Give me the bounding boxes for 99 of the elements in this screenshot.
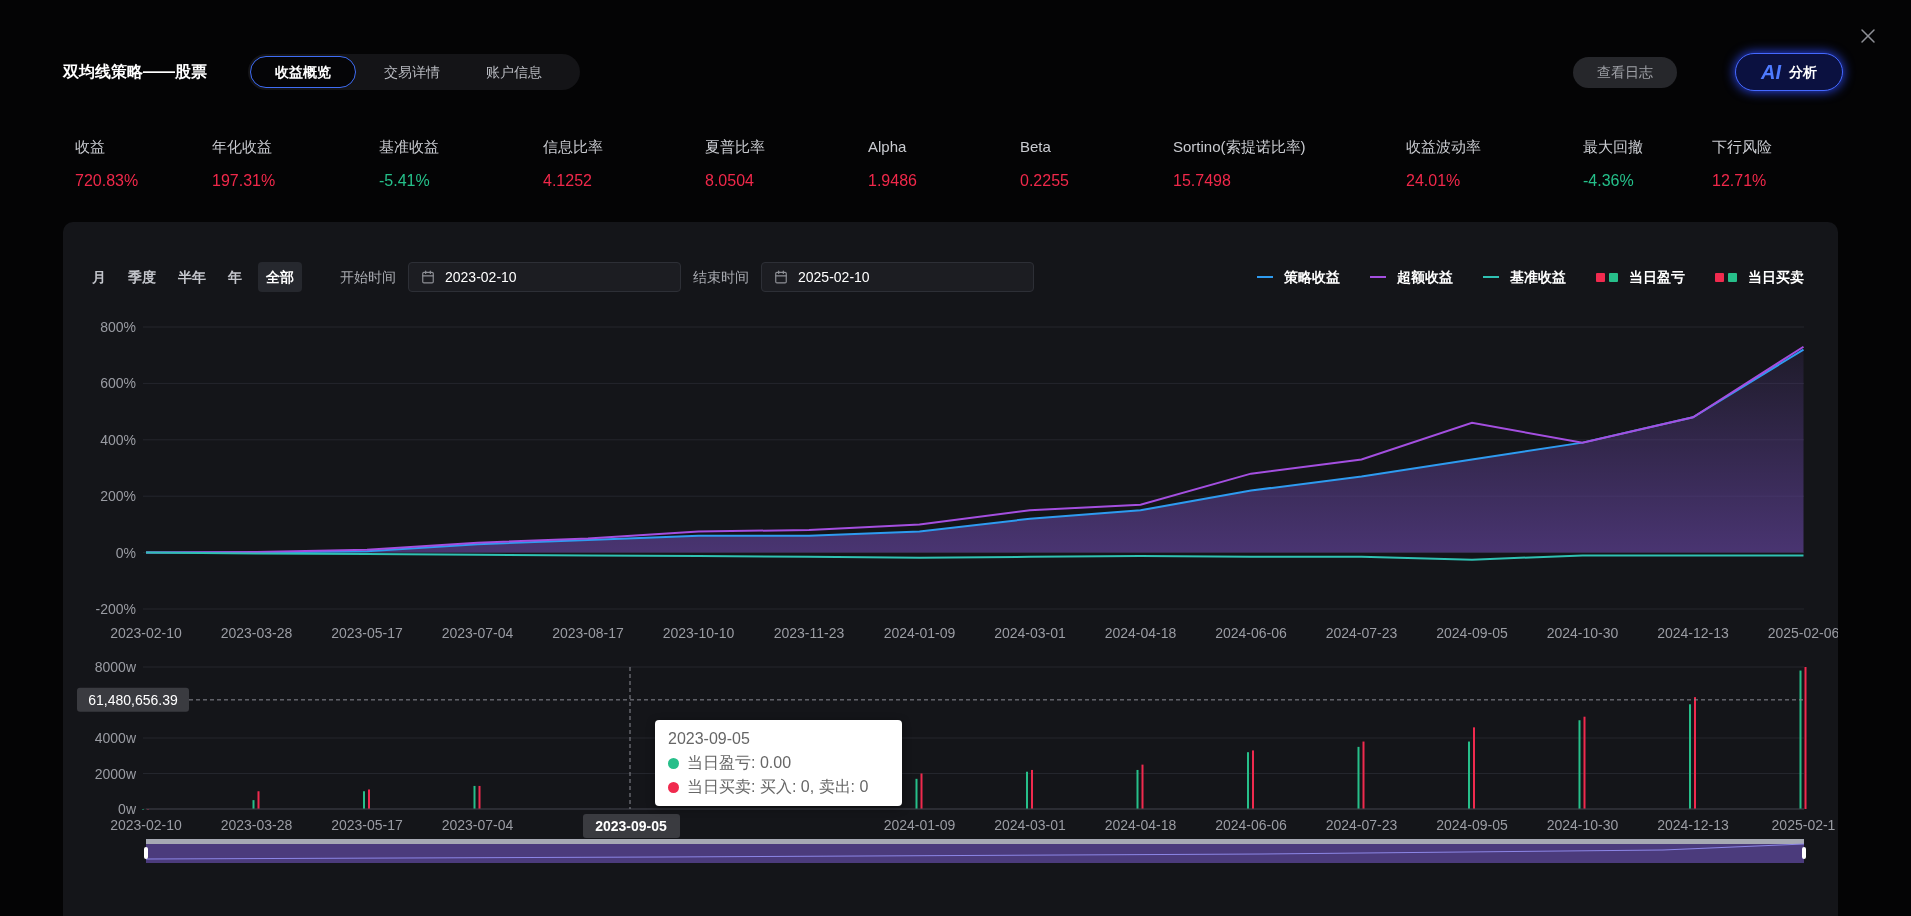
metric-value: 197.31% [212, 170, 277, 191]
metric-label: 夏普比率 [705, 137, 766, 157]
tab[interactable]: 账户信息 [468, 56, 560, 88]
metric-value: 15.7498 [1173, 170, 1232, 191]
x-axis-label: 2024-03-01 [994, 625, 1066, 641]
x-axis-label: 2024-12-13 [1657, 625, 1729, 641]
x-axis-label: 2024-01-09 [883, 625, 956, 641]
date-field[interactable]: 2025-02-10 [761, 262, 1034, 292]
metric-label: Sortino(索提诺比率) [1173, 137, 1307, 157]
x-axis-label: 2024-01-09 [883, 817, 956, 833]
x-axis-label: 2023-02-10 [110, 625, 182, 641]
period-tab[interactable]: 季度 [122, 262, 162, 292]
x-axis-label: 2023-02-10 [110, 817, 182, 833]
metric-value: -4.36% [1583, 170, 1635, 191]
tooltip-text: 当日买卖: 买入: 0, 卖出: 0 [687, 777, 869, 797]
range-slider[interactable] [144, 839, 1806, 863]
metric-value: 0.2255 [1020, 170, 1070, 191]
metric-label: Beta [1020, 137, 1052, 157]
metric-label: 最大回撤 [1583, 137, 1644, 157]
x-axis-label: 2025-02-1 [1771, 817, 1836, 833]
x-axis-label: 2023-03-28 [220, 817, 293, 833]
metric-value: -5.41% [379, 170, 431, 191]
legend-label: 超额收益 [1397, 267, 1453, 287]
x-axis-label: 2024-09-05 [1436, 625, 1508, 641]
metric-value: 12.71% [1712, 170, 1768, 191]
x-axis-label: 2024-07-23 [1325, 817, 1398, 833]
y-axis-label: 800% [100, 319, 136, 335]
axis-pointer-label: 61,480,656.39 [77, 687, 189, 712]
bar [1141, 764, 1144, 809]
metric-label: 信息比率 [543, 137, 604, 157]
date-label: 开始时间 [340, 267, 396, 287]
metric-label: Alpha [868, 137, 908, 157]
bar [1357, 746, 1360, 809]
tooltip-text: 当日盈亏: 0.00 [687, 753, 792, 773]
metric-label: 年化收益 [212, 137, 273, 157]
x-axis-label: 2024-04-18 [1104, 817, 1177, 833]
metric-label: 收益波动率 [1406, 137, 1482, 157]
legend-label: 策略收益 [1284, 267, 1340, 287]
bar [920, 773, 923, 809]
y-axis-label: 200% [100, 488, 136, 505]
x-axis-label: 2023-07-04 [441, 625, 514, 641]
y-axis-label: 600% [100, 375, 136, 392]
y-axis-label: 400% [100, 431, 136, 448]
x-axis-label: 2024-10-30 [1546, 625, 1619, 641]
date-field[interactable]: 2023-02-10 [408, 262, 681, 292]
period-tab[interactable]: 半年 [172, 262, 212, 292]
y-axis-label: 0% [115, 544, 136, 561]
period-tab[interactable]: 全部 [258, 262, 302, 292]
x-axis-label: 2023-03-28 [220, 625, 293, 641]
date-label: 结束时间 [693, 267, 749, 287]
x-axis-label: 2025-02-06 [1767, 625, 1838, 641]
metric-value: 4.1252 [543, 170, 593, 191]
window-title: 双均线策略——股票 [63, 62, 208, 82]
x-axis-label: 2024-06-06 [1215, 625, 1287, 641]
x-axis-label: 2023-10-10 [662, 625, 735, 641]
metric-value: 720.83% [75, 170, 140, 191]
x-axis-label: 2023-05-17 [331, 817, 403, 833]
axis-pointer-label: 2023-09-05 [583, 814, 680, 838]
bar [473, 785, 476, 809]
x-axis-label: 2024-03-01 [994, 817, 1066, 833]
x-axis-label: 2024-10-30 [1546, 817, 1619, 833]
y-axis-label: 8000w [94, 659, 136, 675]
x-axis-label: 2024-12-13 [1657, 817, 1729, 833]
x-axis-label: 2024-07-23 [1325, 625, 1398, 641]
metric-value: 24.01% [1406, 170, 1462, 191]
x-axis-label: 2023-05-17 [331, 625, 403, 641]
legend-label: 当日盈亏 [1629, 267, 1685, 287]
tab[interactable]: 收益概览 [250, 56, 356, 88]
period-tab[interactable]: 月 [86, 262, 112, 292]
y-axis-label: 2000w [94, 765, 136, 782]
x-axis-label: 2024-04-18 [1104, 625, 1177, 641]
calendar-icon [774, 270, 788, 284]
tooltip-date: 2023-09-05 [668, 729, 751, 749]
y-axis-label: -200% [95, 601, 136, 617]
period-tab[interactable]: 年 [222, 262, 248, 292]
x-axis-label: 2023-11-23 [773, 625, 845, 641]
metric-label: 基准收益 [379, 137, 440, 157]
y-axis-label: 4000w [94, 730, 136, 746]
x-axis-label: 2024-06-06 [1215, 817, 1287, 833]
bar [252, 800, 255, 809]
ai-analysis-button[interactable]: AI 分析 [1735, 53, 1843, 91]
x-axis-label: 2023-07-04 [441, 817, 514, 833]
legend-label: 基准收益 [1510, 267, 1566, 287]
x-axis-label: 2023-08-17 [552, 625, 624, 641]
bar [1362, 741, 1365, 809]
bar [478, 785, 481, 809]
legend-label: 当日买卖 [1748, 267, 1804, 287]
metric-label: 收益 [75, 137, 106, 157]
bar [257, 791, 260, 809]
y-axis-label: 0w [118, 801, 136, 817]
tab[interactable]: 交易详情 [366, 56, 458, 88]
x-axis-label: 2024-09-05 [1436, 817, 1508, 833]
bar [915, 778, 918, 809]
metric-value: 8.0504 [705, 170, 755, 191]
metric-value: 1.9486 [868, 170, 918, 191]
view-log-button[interactable]: 查看日志 [1573, 56, 1677, 88]
metric-label: 下行风险 [1712, 137, 1773, 157]
calendar-icon [421, 270, 435, 284]
bar [1136, 769, 1139, 809]
